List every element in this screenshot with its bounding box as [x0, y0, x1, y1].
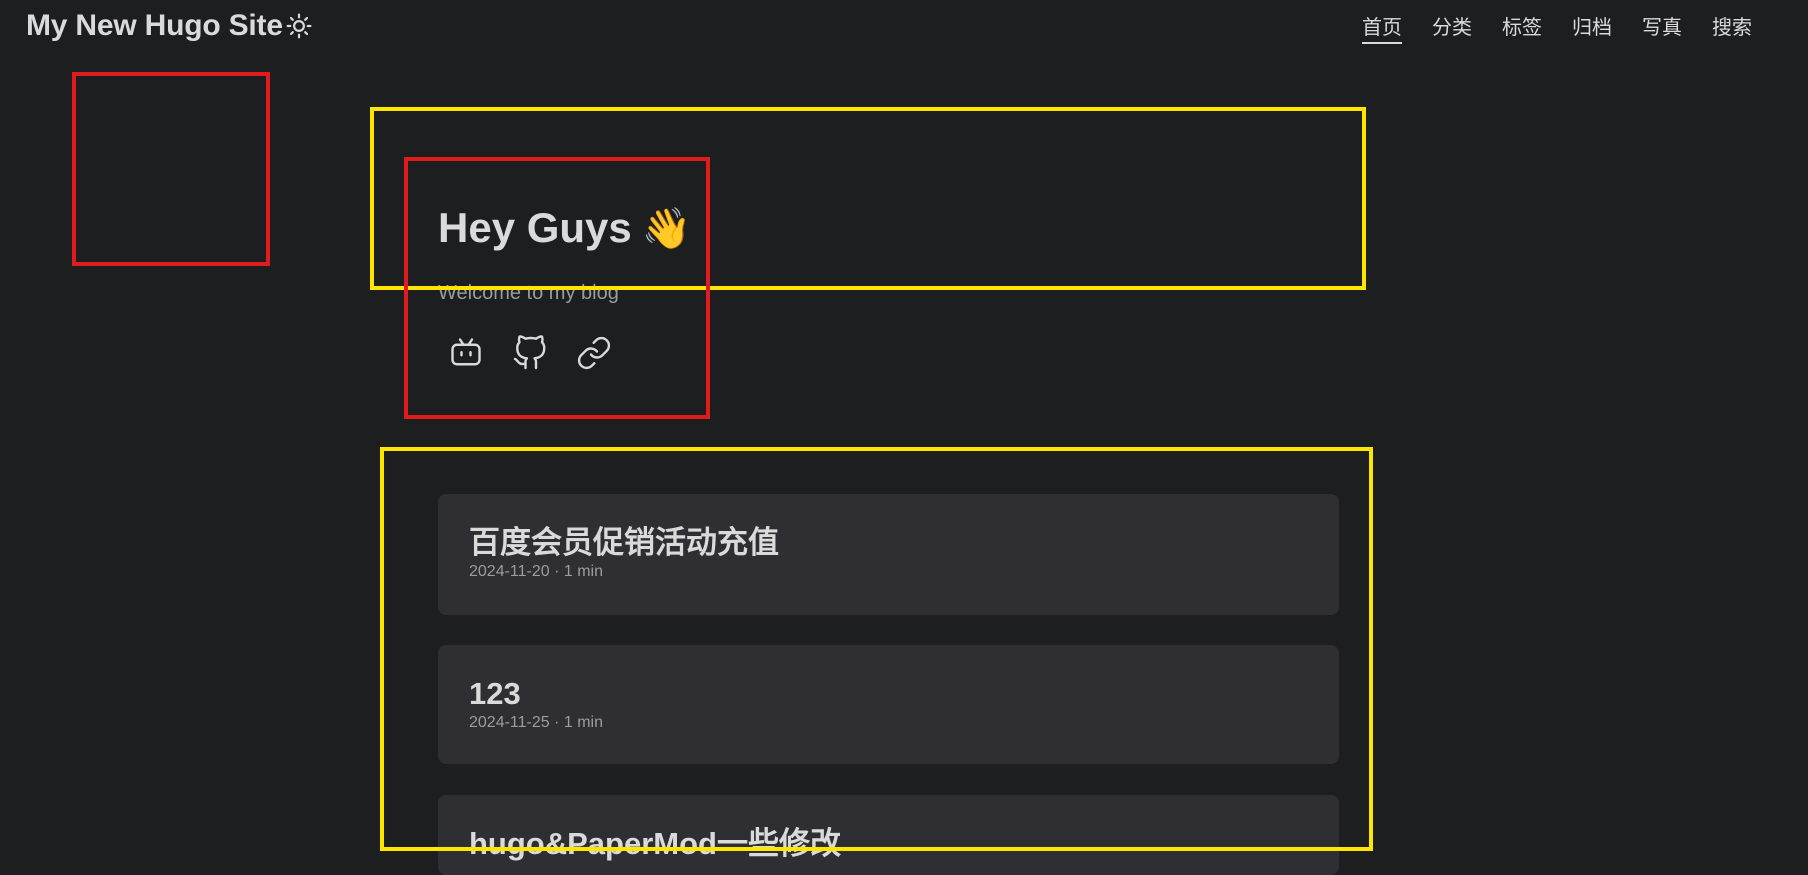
post-meta: 2024-11-25 · 1 min	[469, 714, 603, 731]
bilibili-icon[interactable]	[448, 335, 484, 371]
post-title: hugo&PaperMod一些修改	[469, 826, 841, 861]
post-card[interactable]: hugo&PaperMod一些修改	[438, 795, 1339, 875]
waving-hand-emoji: 👋	[641, 207, 692, 251]
site-header: My New Hugo Site 首页 分类 标签 归档 写真 搜索	[0, 0, 1808, 52]
sun-icon[interactable]	[286, 13, 312, 39]
nav-item-archives[interactable]: 归档	[1572, 9, 1612, 44]
nav-item-photos[interactable]: 写真	[1642, 9, 1682, 44]
github-icon[interactable]	[512, 335, 548, 371]
annotation-box-yellow	[370, 107, 1366, 290]
post-card[interactable]: 百度会员促销活动充值 2024-11-20 · 1 min	[438, 494, 1339, 615]
nav-item-home[interactable]: 首页	[1362, 9, 1402, 44]
post-title: 百度会员促销活动充值	[469, 525, 779, 560]
hero-title-text: Hey Guys	[438, 204, 632, 251]
hero-subtitle: Welcome to my blog	[438, 282, 619, 304]
nav-item-tags[interactable]: 标签	[1502, 9, 1542, 44]
hero-title: Hey Guys 👋	[438, 204, 692, 252]
main-nav: 首页 分类 标签 归档 写真 搜索	[1332, 0, 1752, 52]
post-title: 123	[469, 676, 521, 711]
social-icons	[448, 335, 612, 371]
site-title-link[interactable]: My New Hugo Site	[26, 9, 283, 43]
nav-item-categories[interactable]: 分类	[1432, 9, 1472, 44]
nav-item-search[interactable]: 搜索	[1712, 9, 1752, 44]
post-meta: 2024-11-20 · 1 min	[469, 563, 603, 580]
link-icon[interactable]	[576, 335, 612, 371]
annotation-box-red	[72, 72, 270, 266]
post-card[interactable]: 123 2024-11-25 · 1 min	[438, 645, 1339, 764]
